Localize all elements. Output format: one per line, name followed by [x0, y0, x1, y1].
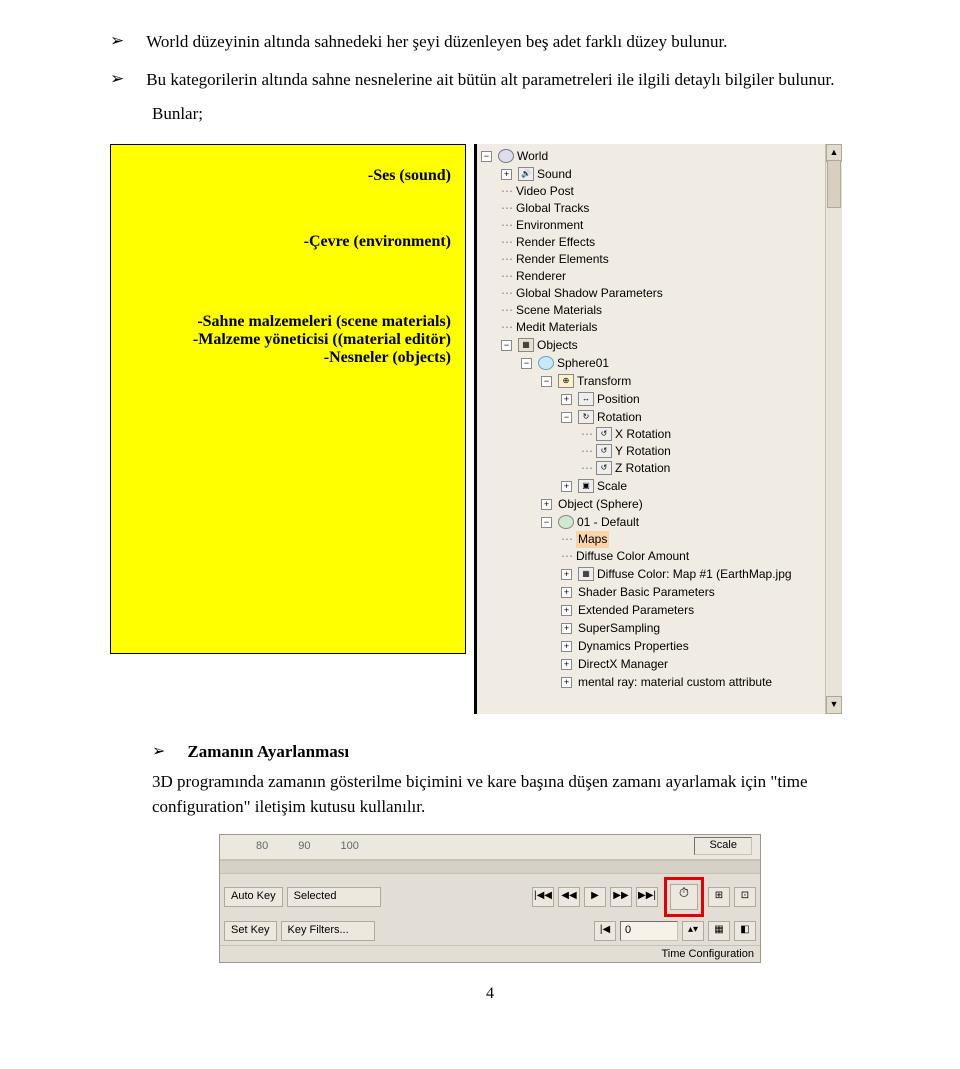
section-paragraph: 3D programında zamanın gösterilme biçimi…: [152, 770, 870, 819]
tree-node[interactable]: +▦Diffuse Color: Map #1 (EarthMap.jpg: [561, 566, 792, 583]
prev-frame-button[interactable]: ◀◀: [558, 887, 580, 907]
tree-node-objects[interactable]: −▦Objects: [501, 337, 578, 354]
time-controls-figure: 80 90 100 Scale Auto Key Selected |◀◀ ◀◀…: [219, 834, 761, 963]
yellow-line-scene-materials: -Sahne malzemeleri (scene materials): [125, 313, 451, 331]
frame-number-field[interactable]: 0: [620, 921, 678, 941]
map-icon: ▦: [578, 567, 594, 581]
yellow-line-material-editor: -Malzeme yöneticisi ((material editör): [125, 331, 451, 349]
sound-icon: 🔊: [518, 167, 534, 181]
nav-button[interactable]: ▦: [708, 921, 730, 941]
tree-node-transform[interactable]: −⊕Transform: [541, 373, 631, 390]
tree-node[interactable]: ⋯↺Y Rotation: [581, 443, 671, 460]
ruler-tick: 100: [341, 840, 359, 852]
tree-node[interactable]: +SuperSampling: [561, 620, 660, 637]
tree-node-rotation[interactable]: −↻Rotation: [561, 409, 642, 426]
tree-node-default[interactable]: −01 - Default: [541, 514, 639, 531]
tree-node-world[interactable]: −World: [481, 148, 548, 165]
tree-node[interactable]: ⋯Renderer: [501, 268, 566, 285]
objects-icon: ▦: [518, 338, 534, 352]
axis-icon: ↺: [596, 461, 612, 475]
tree-node[interactable]: +🔊Sound: [501, 166, 572, 183]
tree-node[interactable]: ⋯Video Post: [501, 183, 574, 200]
tree-node[interactable]: ⋯Diffuse Color Amount: [561, 548, 689, 565]
tree-node[interactable]: ⋯Global Shadow Parameters: [501, 285, 663, 302]
bullet-item: ➢ Bu kategorilerin altında sahne nesnele…: [110, 68, 870, 92]
scale-dropdown[interactable]: Scale: [694, 837, 752, 855]
tree-node-sphere[interactable]: −Sphere01: [521, 355, 609, 372]
position-icon: ↔: [578, 392, 594, 406]
time-configuration-button[interactable]: ⏱: [670, 884, 698, 910]
tree-node[interactable]: +Dynamics Properties: [561, 638, 689, 655]
material-icon: [558, 515, 574, 529]
scroll-thumb[interactable]: [827, 160, 841, 208]
time-config-highlight: ⏱: [664, 877, 704, 917]
bullet-glyph: ➢: [110, 30, 124, 52]
bullet-item: ➢ World düzeyinin altında sahnedeki her …: [110, 30, 870, 54]
yellow-line-objects: -Nesneler (objects): [125, 349, 451, 367]
status-bar: Time Configuration: [220, 945, 760, 962]
timeline-strip[interactable]: [220, 860, 760, 874]
key-filters-button[interactable]: Key Filters...: [281, 921, 375, 941]
bullet-glyph: ➢: [110, 68, 124, 90]
goto-start-button[interactable]: |◀◀: [532, 887, 554, 907]
next-frame-button[interactable]: ▶▶: [610, 887, 632, 907]
tree-node[interactable]: +Shader Basic Parameters: [561, 584, 715, 601]
tree-node[interactable]: ⋯Global Tracks: [501, 200, 589, 217]
ruler-tick: 90: [298, 840, 310, 852]
page-number: 4: [110, 985, 870, 1003]
tree-root: −World +🔊Sound ⋯Video Post ⋯Global Track…: [477, 144, 842, 694]
tree-node[interactable]: +▣Scale: [561, 478, 627, 495]
selected-dropdown[interactable]: Selected: [287, 887, 381, 907]
tree-node[interactable]: ⋯Render Effects: [501, 234, 595, 251]
transform-icon: ⊕: [558, 374, 574, 388]
axis-icon: ↺: [596, 444, 612, 458]
set-key-button[interactable]: Set Key: [224, 921, 277, 941]
scroll-down-button[interactable]: ▼: [826, 696, 842, 714]
tree-node[interactable]: ⋯↺X Rotation: [581, 426, 671, 443]
key-prev-button[interactable]: |◀: [594, 921, 616, 941]
section-heading: ➢ Zamanın Ayarlanması: [152, 742, 870, 763]
rotation-icon: ↻: [578, 410, 594, 424]
section-title: Zamanın Ayarlanması: [187, 742, 349, 762]
tree-node[interactable]: +Extended Parameters: [561, 602, 694, 619]
auto-key-button[interactable]: Auto Key: [224, 887, 283, 907]
bullet-text-2: Bu kategorilerin altında sahne nesneleri…: [146, 68, 834, 92]
scale-icon: ▣: [578, 479, 594, 493]
status-text: Time Configuration: [661, 948, 754, 960]
tree-node[interactable]: +↔Position: [561, 391, 640, 408]
nav-button[interactable]: ⊡: [734, 887, 756, 907]
yellow-line-env: -Çevre (environment): [125, 233, 451, 251]
nav-button[interactable]: ◧: [734, 921, 756, 941]
tree-node[interactable]: +DirectX Manager: [561, 656, 668, 673]
bullet-text-1: World düzeyinin altında sahnedeki her şe…: [146, 30, 727, 54]
tree-node[interactable]: ⋯↺Z Rotation: [581, 460, 670, 477]
play-button[interactable]: ▶: [584, 887, 606, 907]
tree-node[interactable]: ⋯Environment: [501, 217, 583, 234]
tree-node[interactable]: ⋯Scene Materials: [501, 302, 602, 319]
sphere-icon: [538, 356, 554, 370]
tree-node[interactable]: +Object (Sphere): [541, 496, 643, 513]
tree-node-maps[interactable]: ⋯Maps: [561, 531, 609, 548]
tree-node[interactable]: ⋯Medit Materials: [501, 319, 597, 336]
tree-node[interactable]: +mental ray: material custom attribute: [561, 674, 772, 691]
globe-icon: [498, 149, 514, 163]
bullet-glyph: ➢: [152, 742, 165, 763]
yellow-legend-box: -Ses (sound) -Çevre (environment) -Sahne…: [110, 144, 466, 654]
tree-panel: ▲ ▼ −World +🔊Sound ⋯Video Post ⋯Global T…: [474, 144, 842, 714]
scrollbar[interactable]: ▲ ▼: [825, 144, 842, 714]
spinner-button[interactable]: ▴▾: [682, 921, 704, 941]
axis-icon: ↺: [596, 427, 612, 441]
goto-end-button[interactable]: ▶▶|: [636, 887, 658, 907]
yellow-line-sound: -Ses (sound): [125, 167, 451, 185]
bunlar-label: Bunlar;: [152, 104, 870, 124]
ruler-tick: 80: [256, 840, 268, 852]
tree-node[interactable]: ⋯Render Elements: [501, 251, 609, 268]
nav-button[interactable]: ⊞: [708, 887, 730, 907]
timeline-ruler[interactable]: 80 90 100 Scale: [220, 835, 760, 860]
